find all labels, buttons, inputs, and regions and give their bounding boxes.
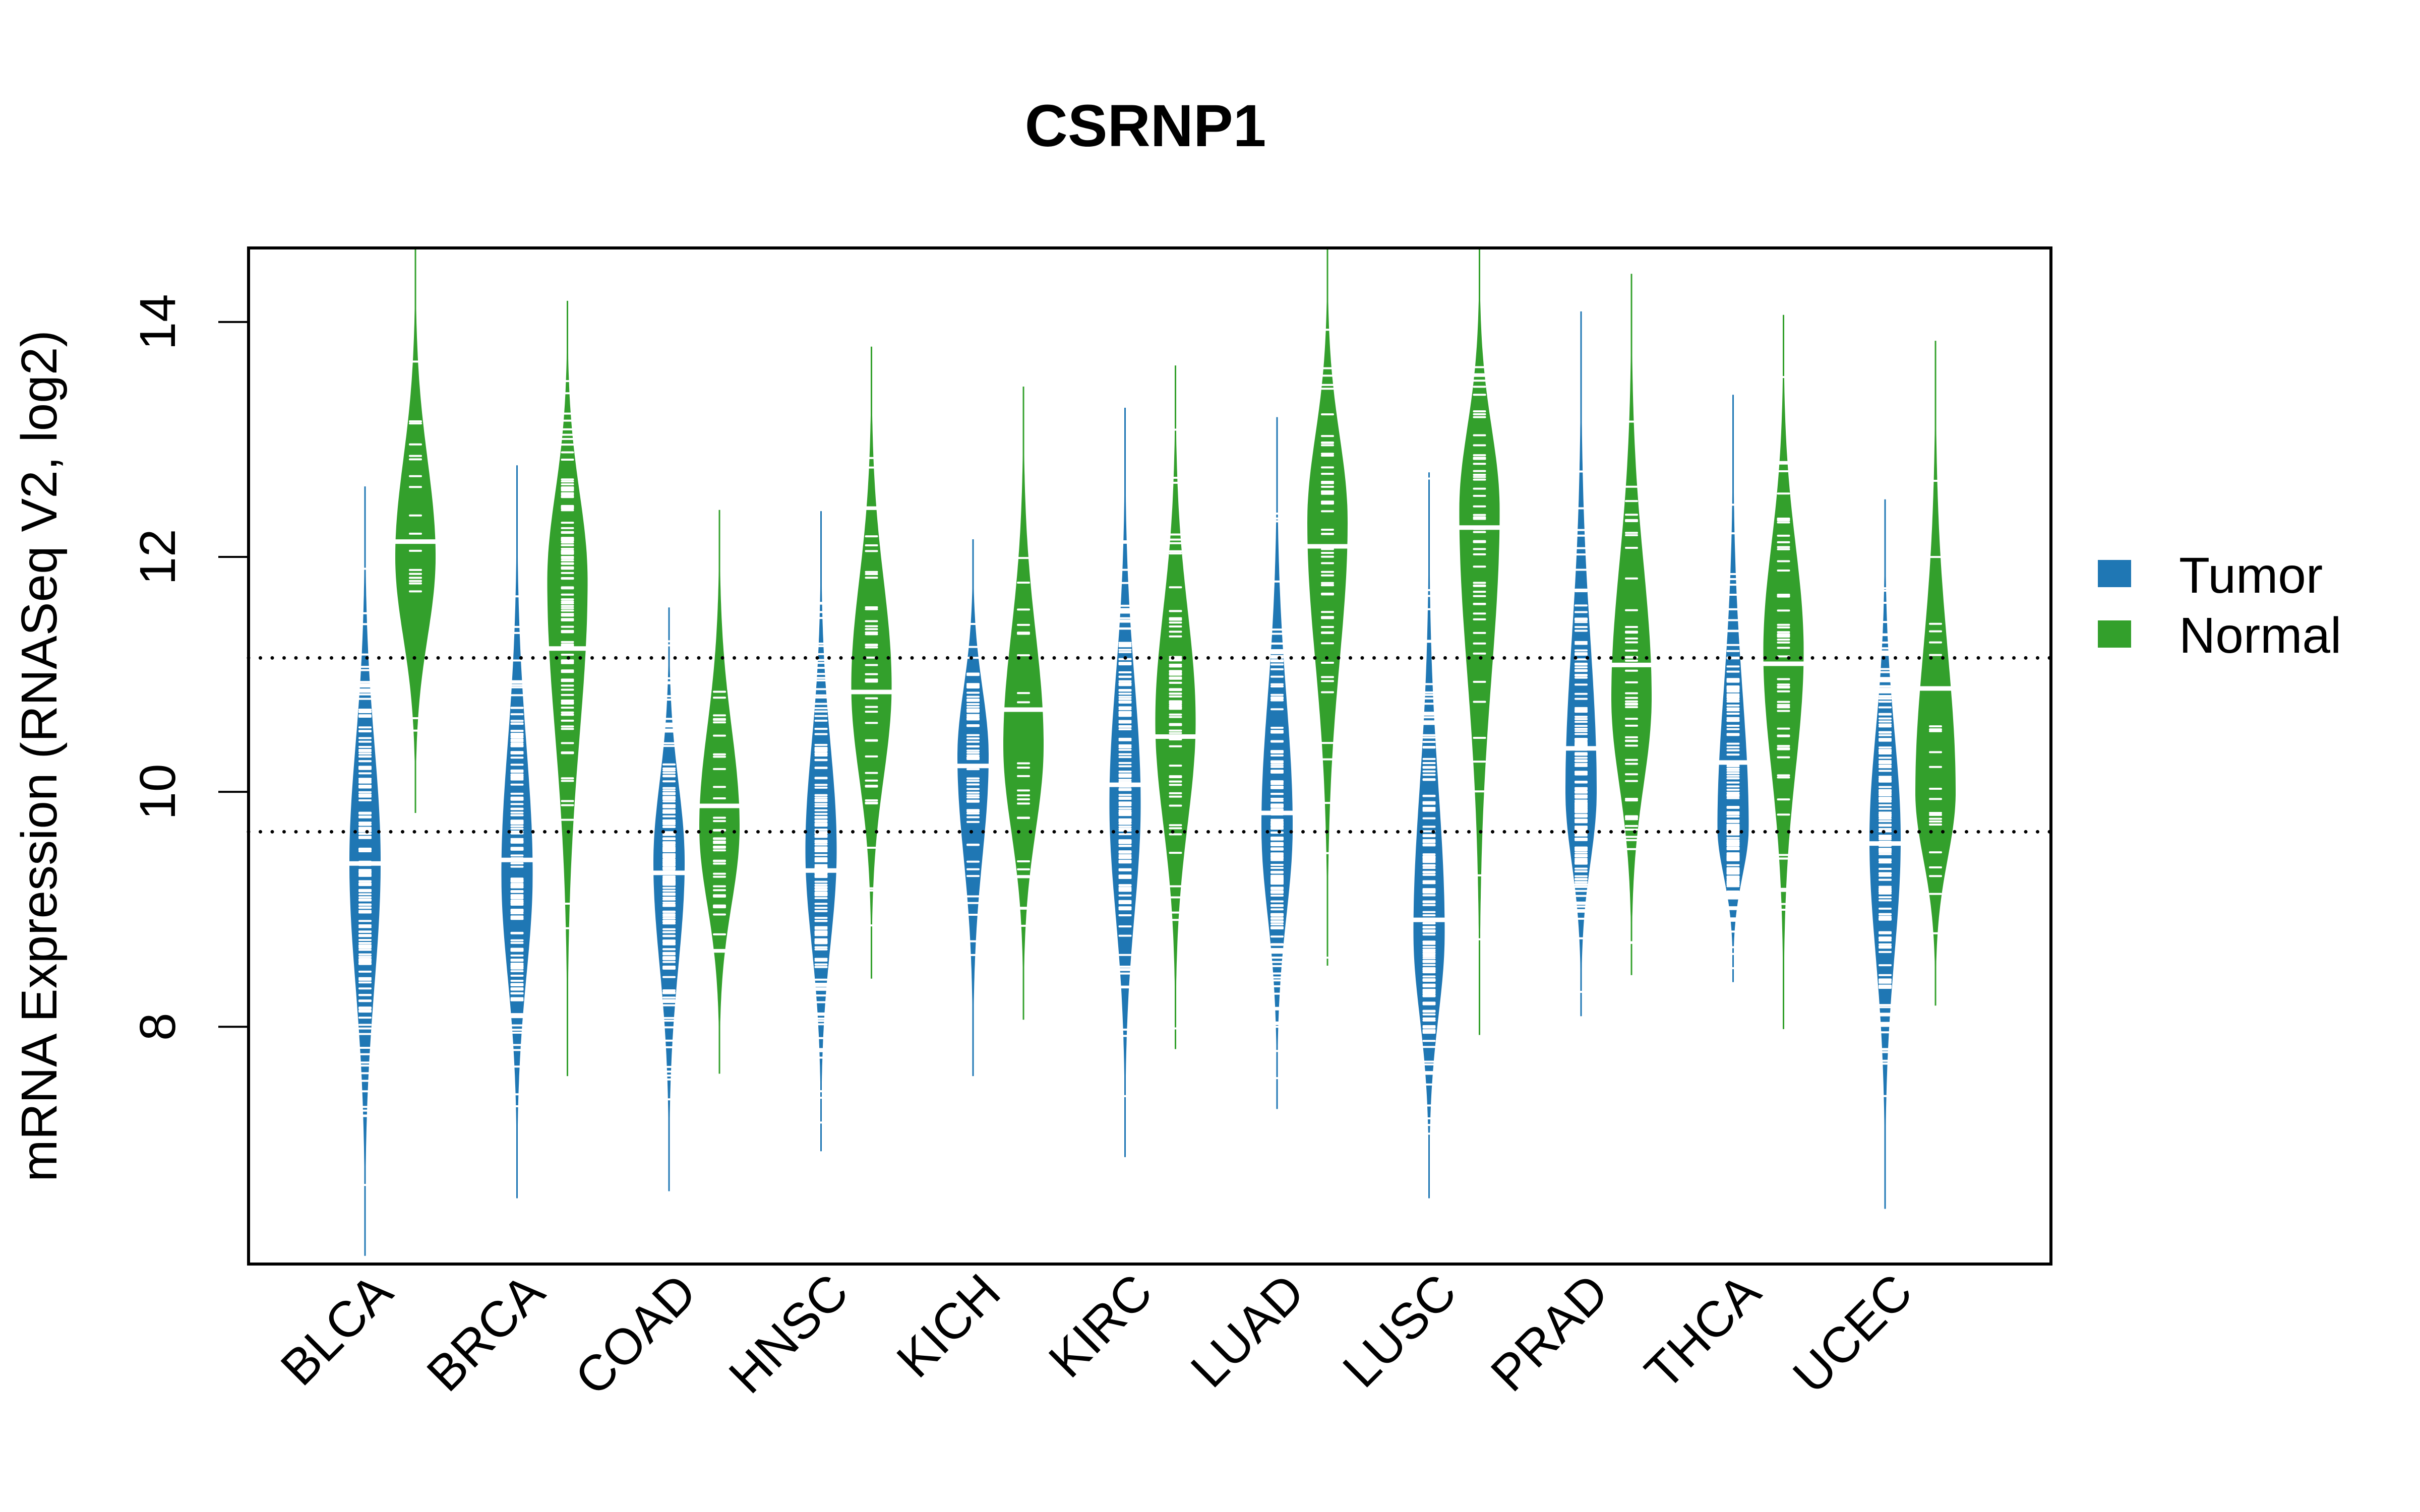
violin-normal-hnsc [849, 346, 894, 979]
violin-body [699, 510, 740, 1074]
violin-normal-kich [1002, 387, 1045, 1020]
legend: Tumor Normal [2098, 547, 2341, 664]
x-tick-label: LUSC [1332, 1263, 1467, 1398]
x-tick-label: LUAD [1180, 1263, 1315, 1398]
violin-tumor-ucec [1867, 499, 1903, 1209]
x-tick-label: KIRC [1038, 1263, 1163, 1388]
violin-normal-thca [1761, 314, 1806, 1029]
violin-normal-prad [1610, 274, 1653, 975]
violin-normal-kirc [1153, 365, 1198, 1049]
x-tick-label: THCA [1634, 1263, 1771, 1400]
x-tick-label: HNSC [718, 1263, 859, 1404]
violin-normal-luad [1305, 248, 1350, 966]
x-tick-label: PRAD [1480, 1263, 1619, 1402]
legend-label-tumor: Tumor [2179, 547, 2323, 604]
violin-normal-blca [393, 248, 438, 813]
violin-body [547, 300, 588, 1077]
y-axis: 8 10 12 14 [130, 294, 250, 1041]
violin-body [1763, 314, 1804, 1029]
y-tick-label: 12 [130, 529, 186, 585]
x-tick-label: BRCA [416, 1263, 555, 1402]
violin-tumor-prad [1564, 311, 1598, 1017]
violins-layer [347, 248, 1956, 1256]
violin-body [1611, 274, 1652, 975]
x-tick-label: UCEC [1782, 1263, 1923, 1404]
legend-swatch-normal [2098, 620, 2131, 648]
violin-tumor-brca [499, 465, 535, 1199]
violin-tumor-thca [1717, 395, 1749, 982]
y-tick-label: 10 [130, 764, 186, 820]
chart-title: CSRNP1 [1025, 93, 1266, 159]
violin-body [851, 346, 892, 979]
y-tick-label: 14 [130, 294, 186, 350]
x-axis: BLCA BRCA COAD HNSC KICH KIRC LUAD LUSC PRAD THCA… [270, 1263, 1923, 1406]
violin-body [395, 248, 436, 813]
violin-tumor-hnsc [804, 511, 838, 1152]
violin-normal-coad [697, 510, 742, 1074]
beanplot-chart: CSRNP1 8 10 12 14 mRNA Expression (RNASeq V… [11, 93, 2341, 1406]
violin-normal-brca [547, 300, 588, 1077]
x-tick-label: BLCA [270, 1263, 403, 1396]
violin-tumor-kich [955, 539, 991, 1077]
y-tick-label: 8 [130, 1013, 186, 1041]
violin-tumor-kirc [1107, 408, 1143, 1157]
violin-body [1915, 341, 1956, 1006]
violin-body [957, 539, 989, 1077]
violin-tumor-lusc [1411, 472, 1447, 1199]
violin-normal-lusc [1457, 248, 1502, 1035]
y-axis-label: mRNA Expression (RNASeq V2, log2) [11, 330, 68, 1182]
violin-tumor-luad [1259, 417, 1295, 1109]
x-tick-label: COAD [564, 1263, 707, 1406]
violin-tumor-coad [651, 607, 687, 1191]
violin-normal-ucec [1915, 341, 1956, 1006]
violin-tumor-blca [347, 486, 383, 1256]
legend-label-normal: Normal [2179, 607, 2341, 664]
violin-body [1307, 248, 1348, 966]
violin-body [1459, 248, 1500, 1035]
x-tick-label: KICH [886, 1263, 1011, 1388]
legend-swatch-tumor [2098, 560, 2131, 587]
